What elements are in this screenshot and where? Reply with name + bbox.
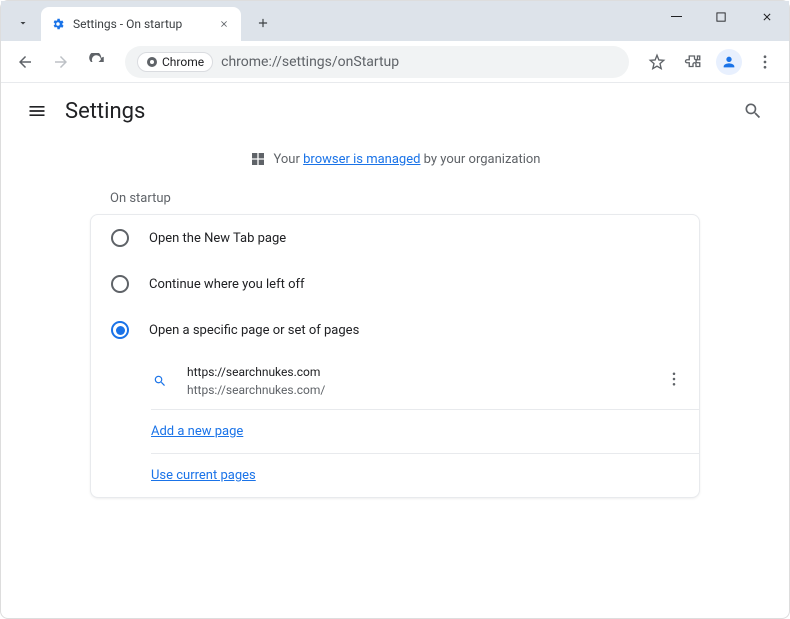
more-vert-icon	[665, 370, 683, 388]
section-title: On startup	[90, 179, 700, 214]
arrow-left-icon	[16, 53, 34, 71]
window-controls	[654, 1, 789, 41]
profile-button[interactable]	[713, 46, 745, 78]
startup-pages-area: https://searchnukes.com https://searchnu…	[91, 353, 699, 497]
new-tab-button[interactable]	[249, 9, 277, 37]
close-icon	[761, 11, 773, 23]
option-new-tab[interactable]: Open the New Tab page	[91, 215, 699, 261]
radio-button[interactable]	[111, 229, 129, 247]
back-button[interactable]	[9, 46, 41, 78]
url-text: chrome://settings/onStartup	[221, 54, 399, 70]
star-icon	[648, 53, 666, 71]
page-info: https://searchnukes.com https://searchnu…	[187, 363, 325, 399]
maximize-icon	[716, 12, 727, 23]
organization-icon	[250, 151, 266, 167]
page-more-button[interactable]	[665, 370, 683, 392]
on-startup-section: On startup Open the New Tab page Continu…	[90, 179, 700, 498]
page-url-text: https://searchnukes.com/	[187, 381, 325, 399]
avatar	[716, 49, 742, 75]
page-favicon	[151, 372, 169, 390]
plus-icon	[256, 16, 270, 30]
radio-button[interactable]	[111, 321, 129, 339]
menu-icon	[27, 101, 47, 121]
more-vert-icon	[756, 53, 774, 71]
settings-header: Settings	[1, 83, 789, 139]
bookmark-button[interactable]	[641, 46, 673, 78]
content-area: Your browser is managed by your organiza…	[1, 139, 789, 518]
search-icon	[743, 101, 763, 121]
site-chip: Chrome	[137, 52, 213, 72]
use-current-row[interactable]: Use current pages	[151, 453, 699, 497]
page-title-text: https://searchnukes.com	[187, 363, 325, 381]
address-bar[interactable]: Chrome chrome://settings/onStartup	[125, 46, 629, 78]
option-specific-page[interactable]: Open a specific page or set of pages	[91, 307, 699, 353]
hamburger-menu-button[interactable]	[19, 93, 55, 129]
forward-button[interactable]	[45, 46, 77, 78]
puzzle-icon	[684, 53, 702, 71]
reload-icon	[88, 53, 106, 71]
option-continue[interactable]: Continue where you left off	[91, 261, 699, 307]
minimize-button[interactable]	[654, 1, 699, 33]
page-title: Settings	[65, 99, 145, 124]
search-settings-button[interactable]	[735, 93, 771, 129]
extensions-button[interactable]	[677, 46, 709, 78]
tab-title: Settings - On startup	[73, 17, 217, 31]
toolbar: Chrome chrome://settings/onStartup	[1, 41, 789, 83]
close-window-button[interactable]	[744, 1, 789, 33]
chrome-icon	[146, 56, 158, 68]
option-label: Open a specific page or set of pages	[149, 323, 359, 338]
minimize-icon	[671, 11, 683, 23]
managed-banner: Your browser is managed by your organiza…	[1, 139, 789, 179]
menu-button[interactable]	[749, 46, 781, 78]
managed-text: Your browser is managed by your organiza…	[274, 152, 541, 167]
titlebar: Settings - On startup	[1, 1, 789, 41]
chip-label: Chrome	[162, 55, 204, 69]
startup-page-item: https://searchnukes.com https://searchnu…	[151, 353, 699, 410]
tab-close-button[interactable]	[217, 17, 231, 31]
maximize-button[interactable]	[699, 1, 744, 33]
close-icon	[219, 19, 229, 29]
chevron-down-icon	[17, 17, 29, 29]
add-page-row[interactable]: Add a new page	[151, 410, 679, 453]
search-icon	[153, 374, 167, 388]
startup-card: Open the New Tab page Continue where you…	[90, 214, 700, 498]
tab-search-dropdown[interactable]	[9, 9, 37, 37]
radio-button[interactable]	[111, 275, 129, 293]
option-label: Open the New Tab page	[149, 231, 286, 246]
arrow-right-icon	[52, 53, 70, 71]
option-label: Continue where you left off	[149, 277, 305, 292]
person-icon	[721, 54, 737, 70]
managed-link[interactable]: browser is managed	[303, 152, 420, 167]
reload-button[interactable]	[81, 46, 113, 78]
settings-gear-icon	[51, 17, 65, 31]
use-current-link[interactable]: Use current pages	[151, 468, 256, 483]
browser-tab[interactable]: Settings - On startup	[41, 7, 241, 41]
add-page-link[interactable]: Add a new page	[151, 424, 243, 439]
